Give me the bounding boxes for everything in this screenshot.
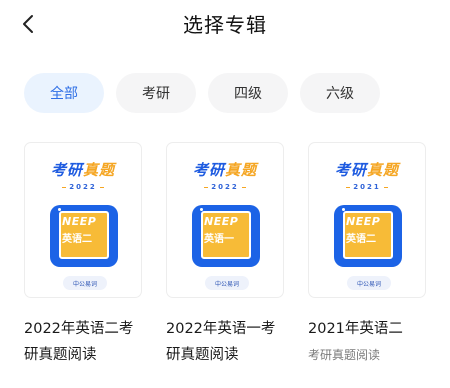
album-title-line2: 研真题阅读 (166, 347, 239, 363)
book-icon: NEEP 英语二 (50, 201, 118, 267)
publisher-badge: 中公易词 (63, 276, 107, 290)
book-icon: NEEP 英语二 (334, 201, 402, 267)
cover-brand-b: 真题 (225, 161, 258, 179)
album-card[interactable]: 考研真题 2022 NEEP 英语二 中公易词 2022年英语二考 研真题阅读 (24, 142, 142, 368)
book-icon: NEEP 英语一 (192, 201, 260, 267)
cover-brand: 考研真题 (309, 161, 425, 179)
cover-brand-b: 真题 (367, 161, 400, 179)
album-subtitle: 考研真题阅读 (308, 348, 381, 362)
album-title: 2021年英语二 (308, 316, 426, 342)
filter-chip-cet4[interactable]: 四级 (208, 73, 288, 113)
page-title: 选择专辑 (183, 13, 267, 37)
album-card[interactable]: 考研真题 2022 NEEP 英语一 中公易词 2022年英语一考 研真题阅读 (166, 142, 284, 368)
publisher-badge: 中公易词 (347, 276, 391, 290)
cover-year: 2021 (309, 183, 425, 191)
album-title: 2022年英语一考 研真题阅读 (166, 316, 284, 368)
album-title-line1: 2022年英语一考 (166, 321, 276, 337)
cover-brand-a: 考研 (192, 161, 225, 179)
album-title-line1: 2021年英语二 (308, 321, 403, 337)
cover-subject: 英语一 (204, 234, 234, 245)
cover-year: 2022 (25, 183, 141, 191)
album-list: 考研真题 2022 NEEP 英语二 中公易词 2022年英语二考 研真题阅读 … (24, 142, 426, 368)
cover-subject: 英语二 (62, 234, 92, 245)
cover-neep: NEEP (62, 215, 97, 228)
cover-brand-a: 考研 (50, 161, 83, 179)
cover-subject: 英语二 (346, 234, 376, 245)
cover-brand: 考研真题 (167, 161, 283, 179)
cover-year: 2022 (167, 183, 283, 191)
filter-chip-all[interactable]: 全部 (24, 73, 104, 113)
cover-brand-b: 真题 (83, 161, 116, 179)
filter-chip-kaoyan[interactable]: 考研 (116, 73, 196, 113)
album-cover: 考研真题 2021 NEEP 英语二 中公易词 (308, 142, 426, 298)
album-title-line2: 研真题阅读 (24, 347, 97, 363)
publisher-badge: 中公易词 (205, 276, 249, 290)
filter-chip-cet6[interactable]: 六级 (300, 73, 380, 113)
album-cover: 考研真题 2022 NEEP 英语二 中公易词 (24, 142, 142, 298)
cover-brand: 考研真题 (25, 161, 141, 179)
cover-brand-a: 考研 (334, 161, 367, 179)
album-card[interactable]: 考研真题 2021 NEEP 英语二 中公易词 2021年英语二 考研真题阅读 (308, 142, 426, 368)
cover-neep: NEEP (346, 215, 381, 228)
album-cover: 考研真题 2022 NEEP 英语一 中公易词 (166, 142, 284, 298)
cover-neep: NEEP (204, 215, 239, 228)
filter-bar: 全部 考研 四级 六级 (24, 73, 380, 113)
header: 选择专辑 (0, 0, 450, 48)
album-title-line1: 2022年英语二考 (24, 321, 134, 337)
album-title: 2022年英语二考 研真题阅读 (24, 316, 142, 368)
